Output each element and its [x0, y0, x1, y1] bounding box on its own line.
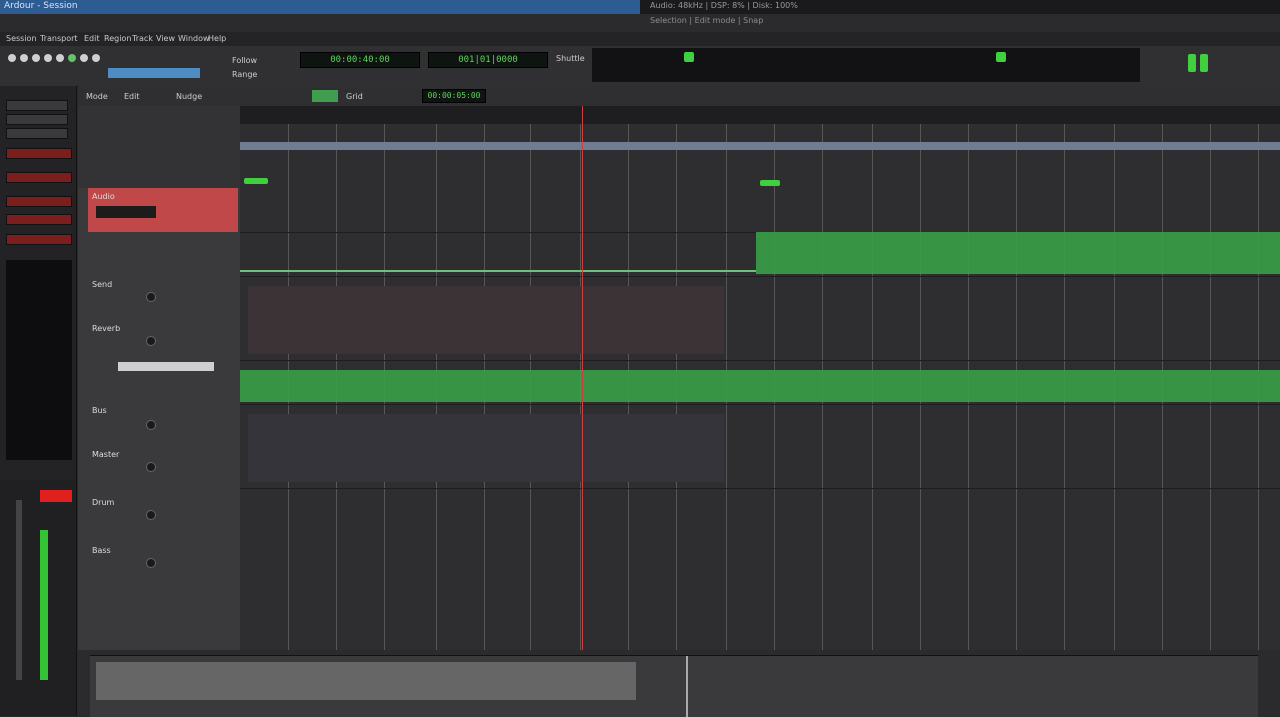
sidebar-item-extra-1[interactable] — [6, 214, 72, 225]
track-name-reverb: Reverb — [92, 324, 121, 333]
track-name-send: Send — [92, 280, 113, 289]
sidebar-item-snapshots[interactable] — [6, 148, 72, 159]
punch-button[interactable] — [80, 54, 88, 62]
menu-track[interactable]: Track — [132, 34, 153, 43]
sidebar-item-ranges[interactable] — [6, 172, 72, 183]
bus-knob[interactable] — [146, 420, 156, 430]
master-knob[interactable] — [146, 462, 156, 472]
record-arm-lamp[interactable] — [40, 490, 72, 502]
track-name-master: Master — [92, 450, 120, 459]
fader-track[interactable] — [16, 500, 22, 680]
grid-label: Grid — [346, 92, 363, 101]
edit-label: Edit — [124, 92, 140, 101]
marker-bar[interactable] — [240, 142, 1280, 150]
secondary-clock[interactable]: 001|01|0000 — [428, 52, 548, 68]
ruler-labels — [78, 106, 240, 188]
bass-knob[interactable] — [146, 558, 156, 568]
lane-divider — [240, 404, 1280, 405]
menu-help[interactable]: Help — [208, 34, 226, 43]
window-title: Ardour - Session — [4, 1, 78, 11]
reverb-knob[interactable] — [146, 336, 156, 346]
send-knob[interactable] — [146, 292, 156, 302]
mode-selector[interactable] — [108, 68, 200, 78]
track-name-field[interactable] — [96, 206, 156, 218]
sidebar-item-tracks[interactable] — [6, 100, 68, 111]
status-stats: Audio: 48kHz | DSP: 8% | Disk: 100% — [650, 1, 798, 10]
track-name-bass: Bass — [92, 546, 111, 555]
stop-button[interactable] — [20, 54, 28, 62]
audio-region-1[interactable] — [756, 232, 1280, 274]
sidebar-item-groups[interactable] — [6, 196, 72, 207]
primary-clock[interactable]: 00:00:40:00 — [300, 52, 420, 68]
mixer-strip — [0, 480, 76, 716]
timeline-ruler[interactable] — [240, 106, 1280, 124]
track-name: Audio — [92, 192, 115, 201]
playhead[interactable] — [582, 106, 583, 650]
edit-toolbar — [78, 86, 1280, 107]
marker-start[interactable] — [244, 178, 268, 184]
lane-divider — [240, 488, 1280, 489]
rewind-button[interactable] — [8, 54, 16, 62]
master-meter-right — [1200, 54, 1208, 72]
follow-label: Follow — [232, 56, 258, 65]
lane-divider — [240, 276, 1280, 277]
menu-view[interactable]: View — [156, 34, 175, 43]
title-bar-overlay: Ardour - Session — [0, 0, 1280, 14]
channel-meter — [40, 530, 48, 680]
audio-region-3[interactable] — [240, 370, 1280, 402]
audio-region-2[interactable] — [248, 286, 724, 354]
loop-button[interactable] — [56, 54, 64, 62]
menu-edit[interactable]: Edit — [84, 34, 100, 43]
bus-slider[interactable] — [118, 362, 214, 371]
summary-panel[interactable] — [90, 655, 1258, 717]
meter-led-2 — [996, 52, 1006, 62]
sidebar-item-sources[interactable] — [6, 114, 68, 125]
marker-end[interactable] — [760, 180, 780, 186]
status-subtitle: Selection | Edit mode | Snap — [650, 16, 764, 25]
menu-region[interactable]: Region — [104, 34, 131, 43]
meter-led-1 — [684, 52, 694, 62]
lane-divider — [240, 360, 1280, 361]
click-button[interactable] — [92, 54, 100, 62]
record-button[interactable] — [68, 54, 76, 62]
sidebar-item-extra-2[interactable] — [6, 234, 72, 245]
range-label: Range — [232, 70, 258, 79]
nudge-label: Nudge — [176, 92, 203, 101]
track-name-bus: Bus — [92, 406, 107, 415]
menu-session[interactable]: Session — [6, 34, 37, 43]
shuttle-label: Shuttle — [556, 54, 585, 63]
mode-label: Mode — [86, 92, 108, 101]
summary-view-region[interactable] — [96, 662, 636, 700]
summary-viewport-marker — [686, 656, 688, 717]
audio-region-4[interactable] — [248, 414, 724, 482]
forward-button[interactable] — [44, 54, 52, 62]
menu-transport[interactable]: Transport — [40, 34, 78, 43]
master-meter-left — [1188, 54, 1196, 72]
sidebar-item-regions[interactable] — [6, 128, 68, 139]
sidebar-list — [6, 260, 72, 460]
meter-panel — [592, 48, 1140, 82]
track-name-drum: Drum — [92, 498, 115, 507]
play-button[interactable] — [32, 54, 40, 62]
menu-window[interactable]: Window — [178, 34, 210, 43]
nudge-clock[interactable]: 00:00:05:00 — [422, 89, 486, 103]
snap-toggle[interactable] — [312, 90, 338, 102]
automation-line[interactable] — [240, 270, 756, 272]
drum-knob[interactable] — [146, 510, 156, 520]
